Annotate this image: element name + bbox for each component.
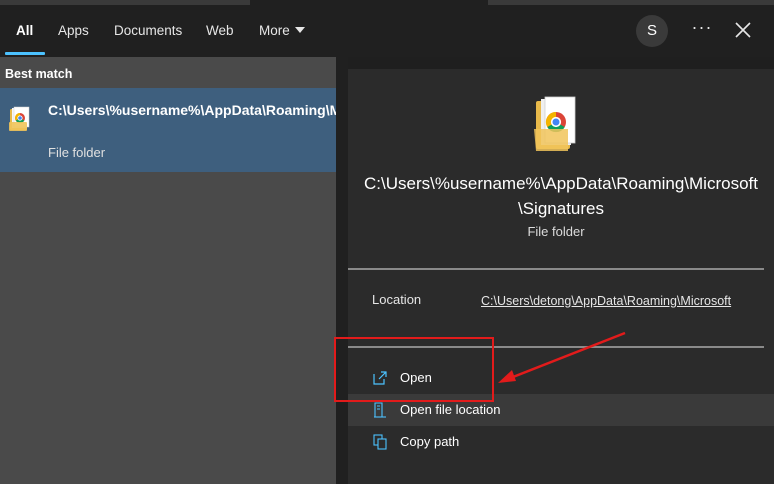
location-label: Location — [372, 292, 422, 307]
search-nav-bar: All Apps Documents Web More S ··· — [0, 0, 774, 57]
tab-more-label: More — [259, 23, 290, 38]
folder-chrome-icon — [534, 96, 576, 151]
copy-path-label: Copy path — [400, 434, 460, 449]
preview-title: C:\Users\%username%\AppData\Roaming\Micr… — [364, 174, 758, 218]
tab-all[interactable]: All — [16, 0, 33, 57]
annotation-highlight-box — [334, 337, 494, 402]
annotation-arrow-icon — [498, 331, 626, 383]
copy-icon — [373, 434, 387, 450]
top-edge-segment — [488, 0, 774, 5]
active-tab-indicator — [5, 52, 45, 55]
location-link[interactable]: C:\Users\detong\AppData\Roaming\Microsof… — [481, 291, 747, 311]
results-panel: Best match C:\Users\%username%\AppData\R… — [0, 57, 469, 484]
tab-documents[interactable]: Documents — [114, 0, 182, 57]
tab-more[interactable]: More — [259, 0, 305, 57]
tab-apps[interactable]: Apps — [58, 0, 89, 57]
folder-location-icon — [374, 402, 386, 418]
open-file-location-label: Open file location — [400, 402, 501, 417]
chevron-down-icon — [294, 27, 305, 33]
result-title: C:\Users\%username%\AppData\Roaming\Micr… — [48, 102, 469, 118]
result-subtitle: File folder — [48, 145, 106, 160]
tab-web[interactable]: Web — [206, 0, 234, 57]
best-match-heading: Best match — [5, 67, 73, 81]
copy-path-action[interactable]: Copy path — [348, 426, 774, 458]
close-icon[interactable] — [733, 20, 753, 40]
user-avatar[interactable]: S — [636, 15, 668, 47]
preview-subtitle: File folder — [527, 224, 585, 239]
preview-separator — [348, 268, 764, 270]
folder-chrome-icon — [9, 106, 30, 131]
panel-divider — [336, 57, 348, 484]
more-options-icon[interactable]: ··· — [690, 17, 714, 41]
preview-panel: C:\Users\%username%\AppData\Roaming\Micr… — [348, 69, 774, 484]
best-match-result[interactable]: C:\Users\%username%\AppData\Roaming\Micr… — [0, 88, 469, 172]
